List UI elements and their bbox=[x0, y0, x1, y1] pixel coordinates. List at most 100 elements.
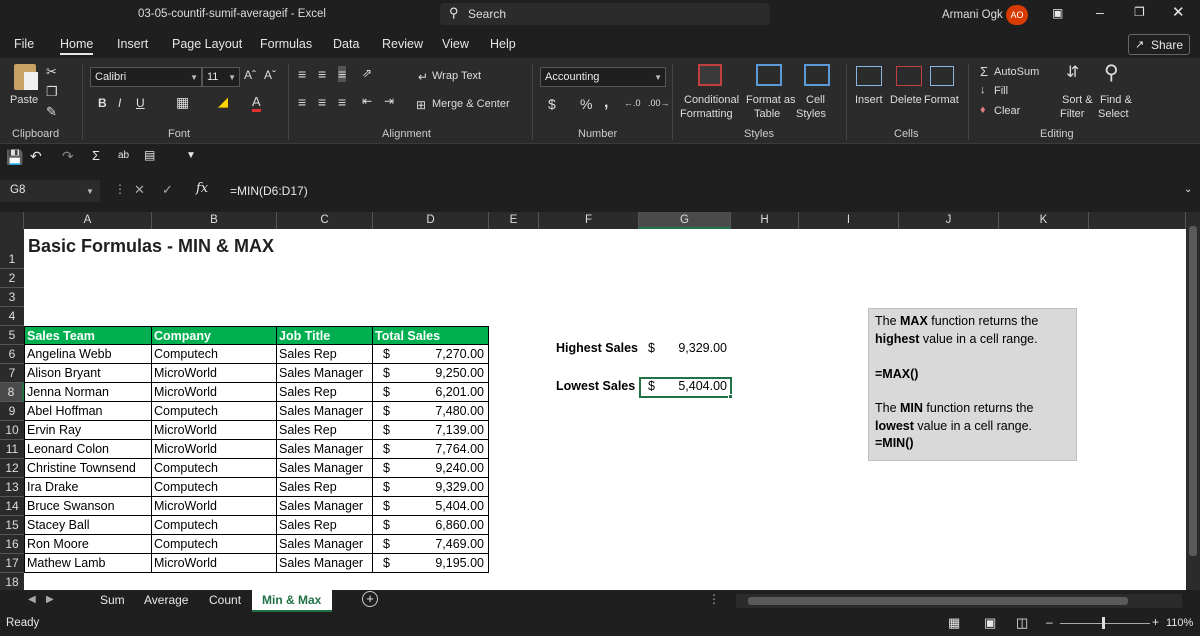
format-cells-button[interactable]: Format bbox=[924, 94, 959, 106]
table-cell[interactable]: $9,240.00 bbox=[373, 459, 489, 478]
font-color-icon[interactable]: A bbox=[252, 94, 261, 112]
table-cell[interactable]: Sales Manager bbox=[277, 535, 373, 554]
conditional-formatting-button[interactable]: Conditional bbox=[684, 94, 739, 106]
table-cell[interactable]: Sales Manager bbox=[277, 440, 373, 459]
copy-icon[interactable]: ❐ bbox=[46, 84, 58, 100]
table-cell[interactable]: Sales Rep bbox=[277, 421, 373, 440]
sort-filter-button[interactable]: Sort & bbox=[1062, 94, 1093, 106]
table-cell[interactable]: Computech bbox=[152, 478, 277, 497]
ribbon-display-icon[interactable]: ▣ bbox=[1052, 6, 1063, 20]
table-cell[interactable]: MicroWorld bbox=[152, 421, 277, 440]
delete-cells-button[interactable]: Delete bbox=[890, 94, 922, 106]
formula-input[interactable]: =MIN(D6:D17) bbox=[230, 184, 308, 198]
undo-icon[interactable]: ↶ bbox=[30, 148, 42, 165]
row-header[interactable]: 9 bbox=[0, 402, 24, 421]
row-header[interactable]: 14 bbox=[0, 497, 24, 516]
select-all-corner[interactable] bbox=[0, 212, 24, 229]
header-cell[interactable]: Company bbox=[152, 326, 277, 345]
decrease-indent-icon[interactable]: ⇤ bbox=[362, 94, 372, 108]
column-header[interactable]: G bbox=[639, 212, 731, 229]
row-header[interactable]: 2 bbox=[0, 269, 24, 288]
table-cell[interactable]: Jenna Norman bbox=[24, 383, 152, 402]
table-cell[interactable]: Computech bbox=[152, 516, 277, 535]
row-header[interactable]: 15 bbox=[0, 516, 24, 535]
tab-data[interactable]: Data bbox=[333, 37, 359, 51]
scroll-left-icon[interactable]: ◀ bbox=[28, 594, 36, 605]
highest-sales-value[interactable]: 9,329.00 bbox=[639, 339, 731, 358]
table-cell[interactable]: $9,250.00 bbox=[373, 364, 489, 383]
autosum-qat-icon[interactable]: Σ bbox=[92, 148, 100, 163]
tab-view[interactable]: View bbox=[442, 37, 469, 51]
row-header[interactable]: 18 bbox=[0, 573, 24, 590]
row-header[interactable]: 6 bbox=[0, 345, 24, 364]
table-cell[interactable]: Computech bbox=[152, 345, 277, 364]
decrease-font-icon[interactable]: Aˇ bbox=[264, 68, 276, 82]
table-cell[interactable]: Abel Hoffman bbox=[24, 402, 152, 421]
sheet-tab-average[interactable]: Average bbox=[144, 593, 188, 607]
align-right-icon[interactable]: ≡ bbox=[338, 94, 346, 110]
column-header[interactable]: F bbox=[539, 212, 639, 229]
table-cell[interactable]: MicroWorld bbox=[152, 364, 277, 383]
restore-icon[interactable]: ❐ bbox=[1134, 5, 1145, 19]
cancel-icon[interactable]: ✕ bbox=[134, 182, 145, 198]
column-header[interactable]: J bbox=[899, 212, 999, 229]
table-cell[interactable]: Alison Bryant bbox=[24, 364, 152, 383]
table-cell[interactable]: Angelina Webb bbox=[24, 345, 152, 364]
zoom-level[interactable]: 110% bbox=[1166, 617, 1193, 629]
increase-indent-icon[interactable]: ⇥ bbox=[384, 94, 394, 108]
column-header[interactable]: A bbox=[24, 212, 152, 229]
table-cell[interactable]: Sales Manager bbox=[277, 497, 373, 516]
tab-home[interactable]: Home bbox=[60, 37, 94, 55]
table-cell[interactable]: Ron Moore bbox=[24, 535, 152, 554]
align-bottom-icon[interactable]: ≡ bbox=[338, 66, 347, 82]
close-icon[interactable]: ✕ bbox=[1172, 3, 1185, 21]
column-header[interactable]: C bbox=[277, 212, 373, 229]
font-size-select[interactable]: 11 ▼ bbox=[202, 67, 240, 87]
table-cell[interactable]: $9,195.00 bbox=[373, 554, 489, 573]
orientation-icon[interactable]: ⇗ bbox=[362, 66, 372, 80]
customize-qat-icon[interactable]: ▼ bbox=[186, 150, 196, 161]
zoom-in-icon[interactable]: + bbox=[1152, 615, 1159, 629]
table-cell[interactable]: Christine Townsend bbox=[24, 459, 152, 478]
table-cell[interactable]: MicroWorld bbox=[152, 383, 277, 402]
sheet-tab-sum[interactable]: Sum bbox=[100, 593, 125, 607]
tab-page-layout[interactable]: Page Layout bbox=[172, 37, 242, 51]
wrap-text-button[interactable]: Wrap Text bbox=[432, 70, 481, 82]
percent-button[interactable]: % bbox=[580, 96, 592, 112]
scrollbar-thumb[interactable] bbox=[748, 597, 1128, 605]
tab-formulas[interactable]: Formulas bbox=[260, 37, 312, 51]
column-header[interactable]: B bbox=[152, 212, 277, 229]
enter-icon[interactable]: ✓ bbox=[162, 182, 173, 198]
row-header[interactable]: 1 bbox=[0, 229, 24, 269]
search-box[interactable]: Search ⚲ bbox=[440, 3, 770, 25]
row-header[interactable]: 3 bbox=[0, 288, 24, 307]
table-cell[interactable]: Computech bbox=[152, 402, 277, 421]
column-header[interactable]: E bbox=[489, 212, 539, 229]
align-middle-icon[interactable]: ≡ bbox=[318, 66, 326, 82]
row-header[interactable]: 10 bbox=[0, 421, 24, 440]
table-cell[interactable]: $7,480.00 bbox=[373, 402, 489, 421]
row-header[interactable]: 7 bbox=[0, 364, 24, 383]
page-break-view-icon[interactable]: ◫ bbox=[1016, 615, 1028, 631]
table-cell[interactable]: MicroWorld bbox=[152, 440, 277, 459]
decrease-decimal-icon[interactable]: .00→ bbox=[648, 98, 670, 108]
column-header[interactable]: I bbox=[799, 212, 899, 229]
name-box[interactable]: G8 ▼ bbox=[0, 180, 100, 202]
table-cell[interactable]: Sales Rep bbox=[277, 516, 373, 535]
align-top-icon[interactable]: ≡ bbox=[298, 66, 306, 82]
merge-center-button[interactable]: Merge & Center bbox=[432, 98, 510, 110]
cut-icon[interactable]: ✂ bbox=[46, 64, 57, 80]
table-cell[interactable]: Ervin Ray bbox=[24, 421, 152, 440]
paste-button[interactable] bbox=[10, 62, 44, 94]
table-cell[interactable]: $9,329.00 bbox=[373, 478, 489, 497]
worksheet-grid[interactable]: A B C D E F G H I J K 1 2 3 4 5 6 7 8 9 … bbox=[0, 212, 1186, 590]
table-cell[interactable]: $6,860.00 bbox=[373, 516, 489, 535]
cell-styles-button[interactable]: Cell bbox=[806, 94, 825, 106]
number-format-select[interactable]: Accounting ▼ bbox=[540, 67, 666, 87]
row-header[interactable]: 13 bbox=[0, 478, 24, 497]
tab-file[interactable]: File bbox=[14, 37, 34, 51]
zoom-out-icon[interactable]: – bbox=[1046, 615, 1053, 629]
fill-handle[interactable] bbox=[728, 394, 733, 399]
minimize-icon[interactable]: – bbox=[1096, 4, 1104, 20]
table-cell[interactable]: Sales Rep bbox=[277, 478, 373, 497]
